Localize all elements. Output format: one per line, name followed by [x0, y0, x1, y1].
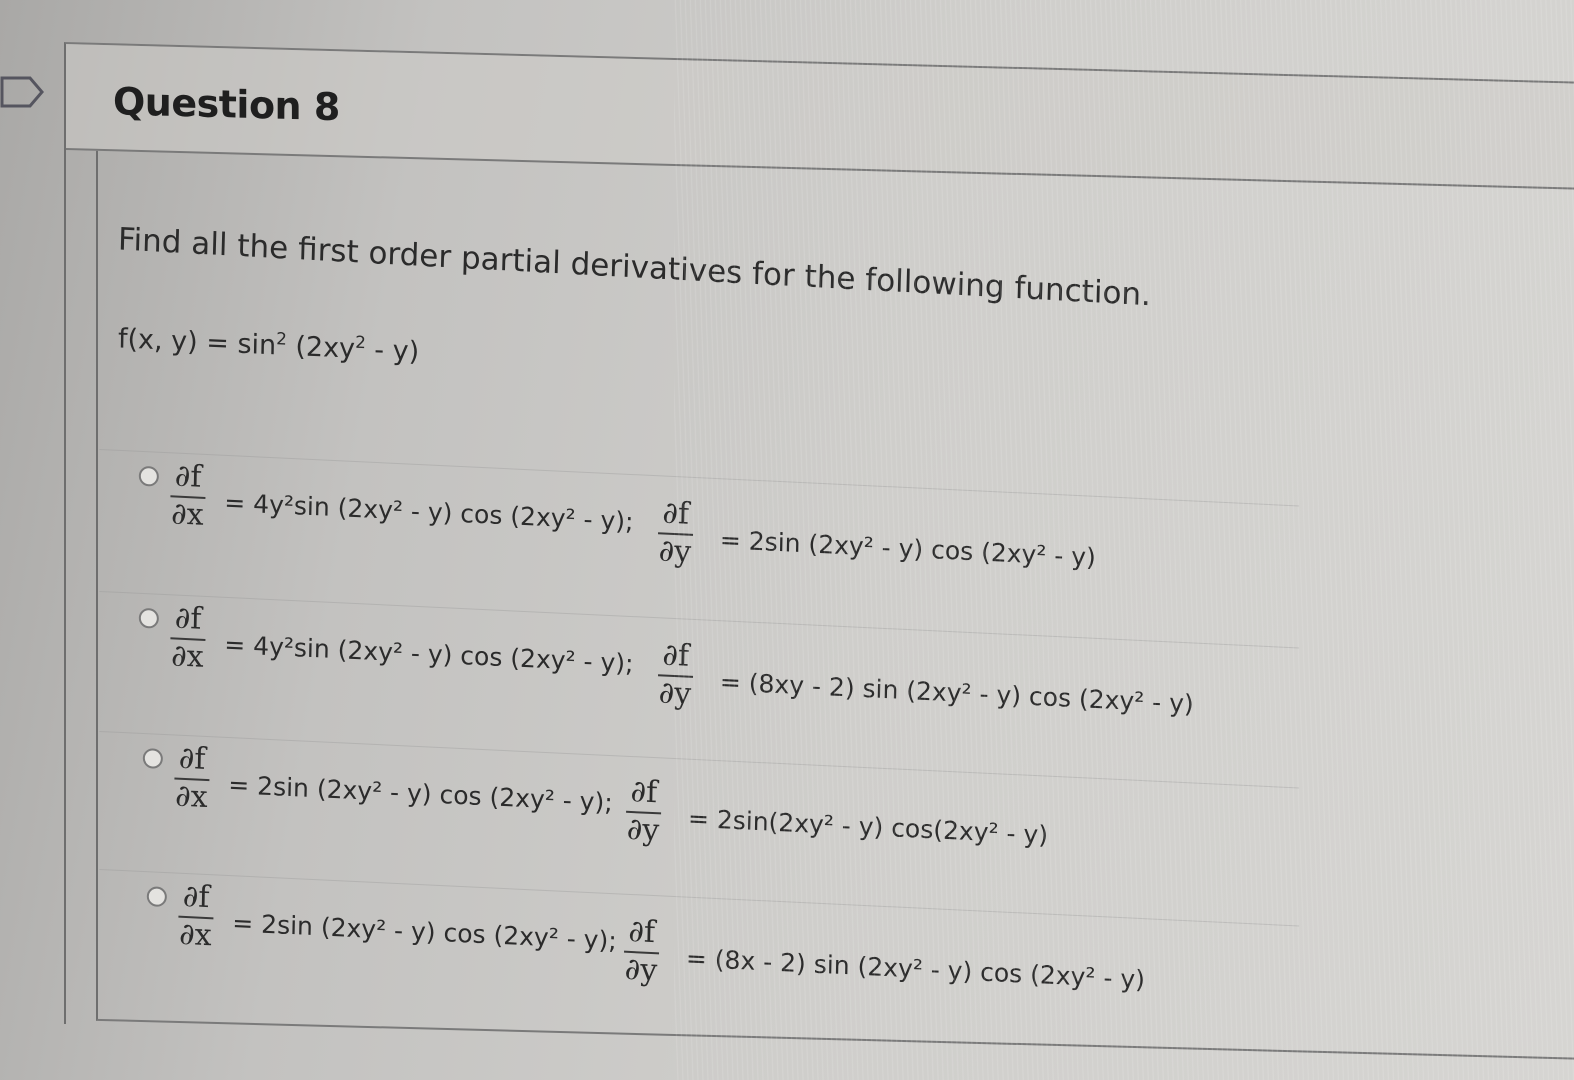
fraction-numerator: ∂f [174, 741, 210, 782]
partial-x-fraction: ∂f ∂x [170, 459, 206, 533]
radio-button[interactable] [142, 748, 164, 769]
partial-y-expression: = 2sin (2xy² - y) cos (2xy² - y) [719, 525, 1097, 572]
radio-button[interactable] [146, 886, 168, 908]
flag-question-icon[interactable] [0, 74, 44, 110]
fraction-denominator: ∂x [174, 778, 208, 816]
function-lhs: f(x, y) = sin [117, 323, 277, 362]
question-card: Question 8 Find all the first order part… [64, 42, 1574, 1065]
function-power: 2 [276, 328, 288, 349]
partial-y-expression: = 2sin(2xy² - y) cos(2xy² - y) [687, 803, 1049, 850]
partial-x-expression: = 4y²sin (2xy² - y) cos (2xy² - y); [224, 629, 634, 679]
function-definition: f(x, y) = sin2 (2xy2 - y) [118, 323, 420, 367]
question-title: Question 8 [113, 79, 340, 130]
fraction-numerator: ∂f [178, 879, 214, 920]
fraction-numerator: ∂f [170, 601, 206, 641]
partial-x-fraction: ∂f ∂x [178, 879, 214, 954]
radio-button[interactable] [138, 607, 160, 629]
function-arg-power: 2 [355, 331, 367, 353]
partial-y-fraction: ∂f ∂y [623, 914, 660, 989]
fraction-denominator: ∂y [658, 533, 692, 570]
fraction-denominator: ∂y [658, 675, 692, 712]
fraction-numerator: ∂f [624, 914, 660, 955]
partial-x-expression: = 4y²sin (2xy² - y) cos (2xy² - y); [224, 487, 634, 537]
partial-y-expression: = (8xy - 2) sin (2xy² - y) cos (2xy² - y… [719, 667, 1195, 719]
partial-y-expression: = (8x - 2) sin (2xy² - y) cos (2xy² - y) [685, 943, 1146, 995]
fraction-denominator: ∂x [170, 496, 204, 533]
fraction-denominator: ∂x [170, 638, 204, 675]
fraction-numerator: ∂f [658, 638, 694, 678]
fraction-denominator: ∂x [178, 916, 212, 954]
fraction-numerator: ∂f [658, 496, 694, 536]
function-arg-open: (2xy [286, 330, 356, 365]
fraction-numerator: ∂f [626, 774, 662, 815]
partial-x-fraction: ∂f ∂x [170, 601, 206, 675]
fraction-numerator: ∂f [170, 459, 206, 499]
partial-x-expression: = 2sin (2xy² - y) cos (2xy² - y); [232, 908, 617, 956]
question-prompt: Find all the first order partial derivat… [117, 221, 1152, 314]
partial-y-fraction: ∂f ∂y [625, 774, 662, 849]
radio-button[interactable] [138, 465, 160, 487]
question-body: Find all the first order partial derivat… [96, 150, 1574, 1062]
partial-x-expression: = 2sin (2xy² - y) cos (2xy² - y); [228, 770, 613, 818]
quiz-page: Question 8 Find all the first order part… [0, 0, 1574, 1080]
partial-y-fraction: ∂f ∂y [657, 638, 694, 712]
fraction-denominator: ∂y [626, 811, 660, 849]
function-arg-close: - y) [365, 334, 420, 368]
partial-x-fraction: ∂f ∂x [174, 741, 210, 816]
partial-y-fraction: ∂f ∂y [657, 496, 694, 570]
fraction-denominator: ∂y [624, 951, 658, 989]
